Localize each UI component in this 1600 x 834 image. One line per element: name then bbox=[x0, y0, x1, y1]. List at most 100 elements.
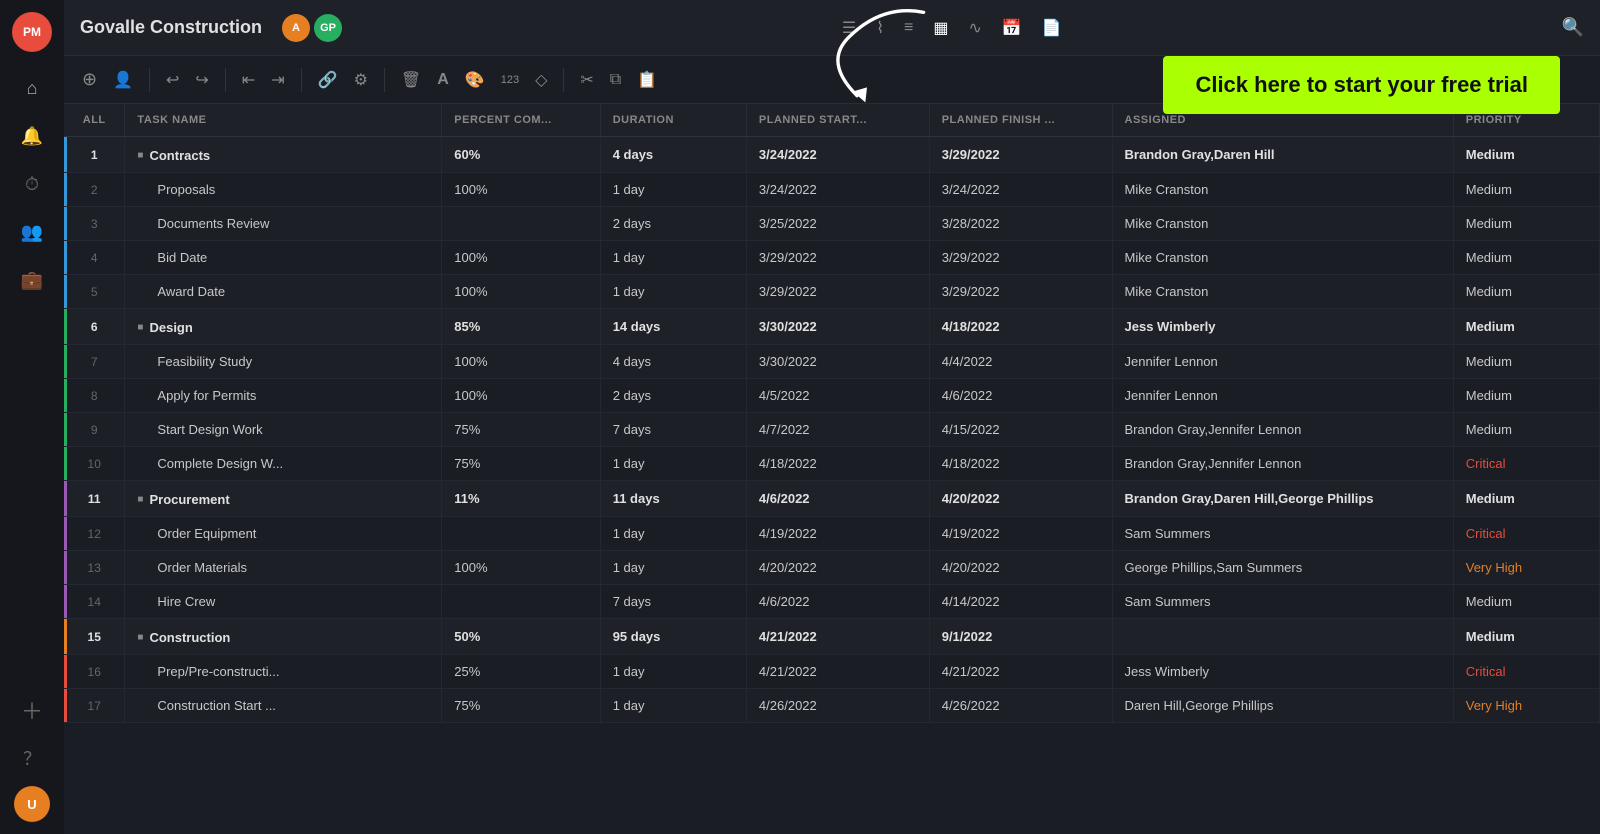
copy-button[interactable]: ⧉ bbox=[604, 67, 627, 93]
sidebar-item-home[interactable]: ⌂ bbox=[12, 68, 52, 108]
calendar-icon[interactable]: 📅 bbox=[1002, 18, 1022, 38]
sidebar-item-team[interactable]: 👥 bbox=[12, 212, 52, 252]
sidebar-item-time[interactable]: ⏱ bbox=[12, 164, 52, 204]
task-finish: 4/4/2022 bbox=[929, 345, 1112, 379]
task-assigned: Mike Cranston bbox=[1112, 207, 1453, 241]
task-assigned: Sam Summers bbox=[1112, 585, 1453, 619]
task-assigned: Jennifer Lennon bbox=[1112, 345, 1453, 379]
task-percent: 100% bbox=[442, 345, 600, 379]
row-number: 6 bbox=[64, 309, 125, 345]
cta-banner[interactable]: Click here to start your free trial bbox=[1163, 56, 1560, 114]
row-number: 10 bbox=[64, 447, 125, 481]
task-name: Bid Date bbox=[125, 241, 442, 275]
row-number: 4 bbox=[64, 241, 125, 275]
gantt-view-icon[interactable]: ⌇ bbox=[876, 18, 884, 38]
row-number: 11 bbox=[64, 481, 125, 517]
task-priority: Medium bbox=[1453, 137, 1599, 173]
unlink-button[interactable]: ⚙ bbox=[348, 66, 374, 94]
task-priority: Medium bbox=[1453, 207, 1599, 241]
task-percent: 75% bbox=[442, 413, 600, 447]
task-duration: 11 days bbox=[600, 481, 746, 517]
search-icon[interactable]: 🔍 bbox=[1562, 17, 1584, 38]
task-start: 3/30/2022 bbox=[746, 345, 929, 379]
task-name: Order Materials bbox=[125, 551, 442, 585]
sidebar-item-portfolio[interactable]: 💼 bbox=[12, 260, 52, 300]
row-number: 2 bbox=[64, 173, 125, 207]
task-percent: 100% bbox=[442, 551, 600, 585]
task-duration: 14 days bbox=[600, 309, 746, 345]
task-start: 3/29/2022 bbox=[746, 275, 929, 309]
task-assigned: Daren Hill,George Phillips bbox=[1112, 689, 1453, 723]
outdent-button[interactable]: ⇤ bbox=[236, 66, 261, 94]
task-name: Hire Crew bbox=[125, 585, 442, 619]
wave-icon[interactable]: ∿ bbox=[968, 18, 981, 38]
table-row: 12 Order Equipment 1 day 4/19/2022 4/19/… bbox=[64, 517, 1600, 551]
task-percent: 50% bbox=[442, 619, 600, 655]
table-container[interactable]: ALL TASK NAME PERCENT COM... DURATION PL… bbox=[64, 104, 1600, 834]
grid-view-icon[interactable]: ▦ bbox=[933, 18, 948, 38]
task-finish: 4/6/2022 bbox=[929, 379, 1112, 413]
table-row: 8 Apply for Permits 100% 2 days 4/5/2022… bbox=[64, 379, 1600, 413]
avatar-1[interactable]: A bbox=[282, 14, 310, 42]
number-button[interactable]: 123 bbox=[495, 70, 525, 90]
task-assigned: Mike Cranston bbox=[1112, 173, 1453, 207]
add-person-button[interactable]: 👤 bbox=[107, 66, 139, 94]
table-row: 11 ■Procurement 11% 11 days 4/6/2022 4/2… bbox=[64, 481, 1600, 517]
avatar-2[interactable]: GP bbox=[314, 14, 342, 42]
task-name: ■Contracts bbox=[125, 137, 442, 173]
app-logo[interactable]: PM bbox=[12, 12, 52, 52]
delete-button[interactable]: 🗑 bbox=[395, 66, 427, 94]
row-number: 17 bbox=[64, 689, 125, 723]
task-start: 4/26/2022 bbox=[746, 689, 929, 723]
undo-button[interactable]: ↩ bbox=[160, 66, 185, 94]
separator-5 bbox=[563, 68, 564, 92]
list-view-icon[interactable]: ☰ bbox=[842, 18, 856, 38]
sidebar-item-help[interactable]: ？ bbox=[12, 738, 52, 778]
task-start: 3/30/2022 bbox=[746, 309, 929, 345]
text-button[interactable]: A bbox=[431, 67, 455, 93]
row-number: 15 bbox=[64, 619, 125, 655]
table-row: 14 Hire Crew 7 days 4/6/2022 4/14/2022 S… bbox=[64, 585, 1600, 619]
task-assigned: Jennifer Lennon bbox=[1112, 379, 1453, 413]
table-row: 3 Documents Review 2 days 3/25/2022 3/28… bbox=[64, 207, 1600, 241]
task-name: Prep/Pre-constructi... bbox=[125, 655, 442, 689]
task-percent bbox=[442, 517, 600, 551]
task-priority: Medium bbox=[1453, 481, 1599, 517]
task-start: 3/24/2022 bbox=[746, 173, 929, 207]
task-priority: Critical bbox=[1453, 655, 1599, 689]
sidebar-item-add[interactable]: ＋ bbox=[12, 690, 52, 730]
sidebar-item-notifications[interactable]: 🔔 bbox=[12, 116, 52, 156]
task-start: 4/21/2022 bbox=[746, 655, 929, 689]
table-row: 4 Bid Date 100% 1 day 3/29/2022 3/29/202… bbox=[64, 241, 1600, 275]
task-finish: 3/24/2022 bbox=[929, 173, 1112, 207]
row-number: 3 bbox=[64, 207, 125, 241]
shape-button[interactable]: ◇ bbox=[529, 66, 553, 94]
add-task-button[interactable]: ⊕ bbox=[76, 65, 103, 94]
col-header-taskname: TASK NAME bbox=[125, 104, 442, 137]
menu-icon[interactable]: ≡ bbox=[904, 19, 913, 37]
cut-button[interactable]: ✂ bbox=[574, 66, 599, 94]
user-avatar[interactable]: U bbox=[14, 786, 50, 822]
task-assigned: Brandon Gray,Jennifer Lennon bbox=[1112, 413, 1453, 447]
redo-button[interactable]: ↪ bbox=[189, 66, 214, 94]
row-number: 8 bbox=[64, 379, 125, 413]
color-button[interactable]: 🎨 bbox=[459, 66, 491, 94]
task-duration: 7 days bbox=[600, 585, 746, 619]
row-number: 12 bbox=[64, 517, 125, 551]
doc-icon[interactable]: 📄 bbox=[1042, 18, 1062, 38]
separator-4 bbox=[384, 68, 385, 92]
task-percent: 100% bbox=[442, 173, 600, 207]
task-duration: 1 day bbox=[600, 517, 746, 551]
separator-1 bbox=[149, 68, 150, 92]
task-assigned: Jess Wimberly bbox=[1112, 309, 1453, 345]
task-percent: 75% bbox=[442, 447, 600, 481]
row-number: 5 bbox=[64, 275, 125, 309]
task-start: 3/29/2022 bbox=[746, 241, 929, 275]
table-row: 5 Award Date 100% 1 day 3/29/2022 3/29/2… bbox=[64, 275, 1600, 309]
indent-button[interactable]: ⇥ bbox=[265, 66, 290, 94]
paste-button[interactable]: 📋 bbox=[631, 66, 663, 94]
row-number: 1 bbox=[64, 137, 125, 173]
task-assigned: Brandon Gray,Daren Hill,George Phillips bbox=[1112, 481, 1453, 517]
link-button[interactable]: 🔗 bbox=[312, 66, 344, 94]
task-duration: 2 days bbox=[600, 207, 746, 241]
